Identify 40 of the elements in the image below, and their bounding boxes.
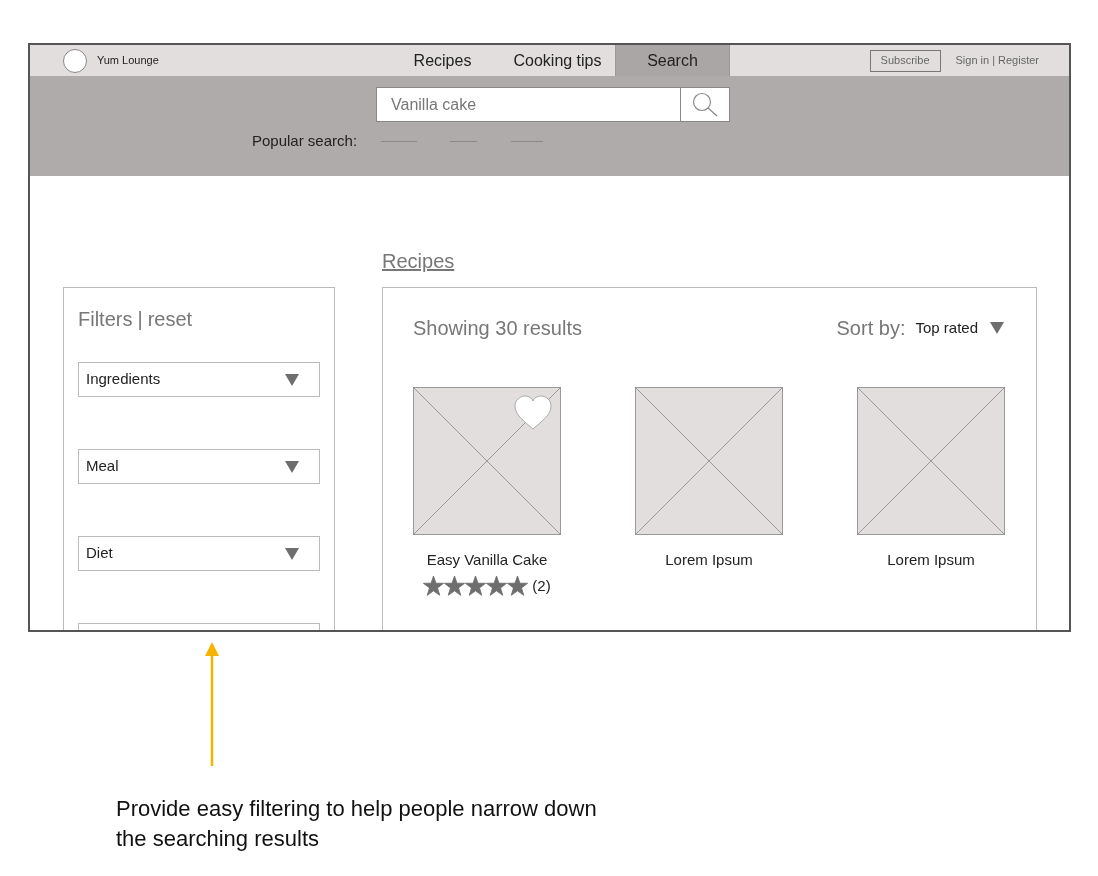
recipe-title[interactable]: Lorem Ipsum [887,549,975,572]
filter-dropdown[interactable]: Ingredients [78,362,320,397]
placeholder-line [450,140,478,142]
star-icon [423,575,445,596]
results-count: Showing 30 results [413,316,582,341]
star-icon [444,575,466,596]
star-icon [507,575,529,596]
filters-title: Filters [78,307,133,332]
separator: | [137,307,143,332]
popular-search-label: Popular search: [252,131,358,151]
placeholder-line [381,140,418,142]
subscribe-button[interactable]: Subscribe [869,49,941,72]
caret-icon [990,322,1004,334]
brand-name: Yum Lounge [97,53,159,69]
sort-dropdown[interactable]: Top rated [915,316,1004,340]
star-icon [486,575,508,596]
review-count: (2) [532,575,551,596]
heart-icon[interactable] [514,395,552,430]
recipe-title[interactable]: Lorem Ipsum [665,549,753,572]
nav-tab[interactable]: Recipes [385,45,500,76]
placeholder-line [511,140,544,142]
search-button[interactable] [681,87,730,122]
recipe-title[interactable]: Easy Vanilla Cake [426,549,548,572]
search-field[interactable]: Vanilla cake [376,87,681,122]
star-icon [465,575,487,596]
caret-icon [285,373,299,386]
recipes-link[interactable]: Recipes [382,246,455,276]
search-icon [692,91,718,118]
sign-in-link[interactable]: Sign in [955,52,990,69]
filter-dropdown[interactable]: Diet [78,536,320,571]
nav-tab[interactable]: Search [615,45,730,76]
annotation-text: Provide easy filtering to help people narrow down the searching results [116,795,598,853]
caret-icon [285,547,299,560]
caret-icon [285,460,299,473]
reset-link[interactable]: reset [147,304,193,334]
separator: | [992,53,996,69]
nav-tab[interactable]: Cooking tips [500,45,615,76]
sort-label: Sort by: [836,316,906,341]
register-link[interactable]: Register [998,52,1039,69]
filter-dropdown[interactable]: Meal [78,449,320,484]
